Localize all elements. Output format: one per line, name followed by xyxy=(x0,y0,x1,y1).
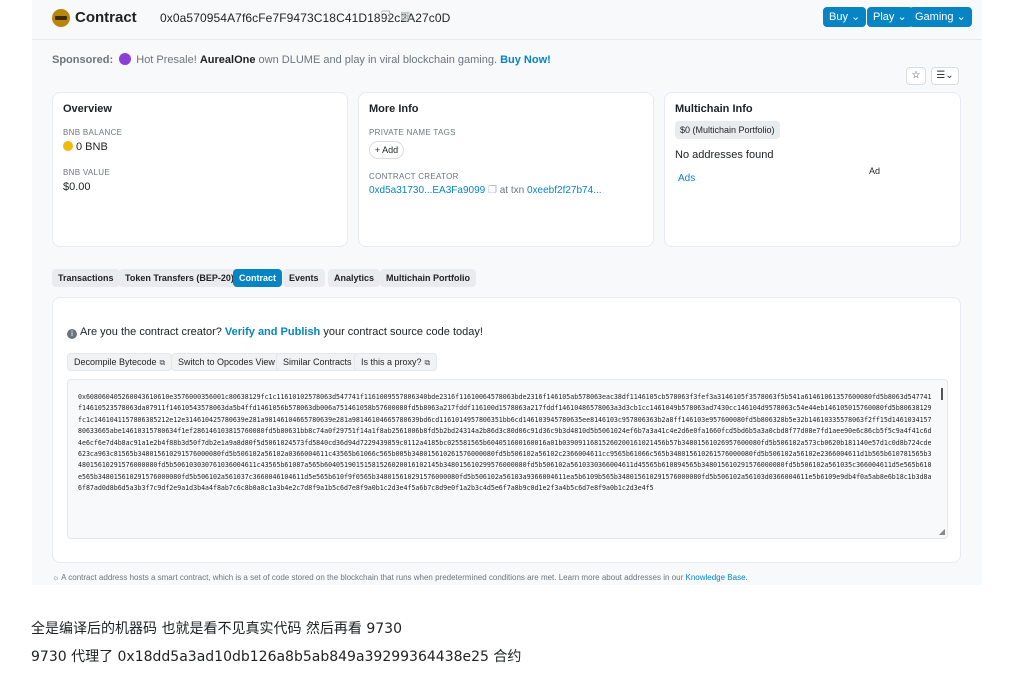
contract-panel: i Are you the contract creator? Verify an… xyxy=(52,297,961,563)
copy-icon[interactable]: ❐ xyxy=(381,10,393,22)
note-line-2: 9730 代理了 0x18dd5a3ad10db126a8b5ab849a392… xyxy=(31,649,522,665)
decompile-bytecode-button[interactable]: Decompile Bytecode ⧉ xyxy=(67,353,173,371)
proxy-check-label: Is this a proxy? xyxy=(361,357,422,367)
gaming-dropdown-button[interactable]: Gaming ⌄ xyxy=(909,7,972,27)
contract-creator-label: CONTRACT CREATOR xyxy=(369,172,459,181)
ad-label: Ad xyxy=(868,166,880,176)
verify-and-publish-link[interactable]: Verify and Publish xyxy=(225,326,320,338)
buy-dropdown-button[interactable]: Buy ⌄ xyxy=(823,7,867,27)
contract-header: Contract 0x0a570954A7f6cFe7F9473C18C41D1… xyxy=(32,0,982,40)
similar-contracts-button[interactable]: Similar Contracts xyxy=(276,353,359,371)
bnb-value-amount: $0.00 xyxy=(63,181,91,193)
bnb-balance-value: 0 BNB xyxy=(63,141,108,153)
note-line-1: 全是编译后的机器码 也就是看不见真实代码 然后再看 9730 xyxy=(31,621,402,637)
play-dropdown-button[interactable]: Play ⌄ xyxy=(867,7,913,27)
tab-token-transfers[interactable]: Token Transfers (BEP-20) xyxy=(119,269,240,287)
buy-now-link[interactable]: Buy Now! xyxy=(500,54,551,66)
page-title: Contract xyxy=(75,9,137,26)
more-info-title: More Info xyxy=(369,103,419,115)
more-info-card: More Info PRIVATE NAME TAGS + Add CONTRA… xyxy=(358,92,654,247)
bnb-balance-label: BNB BALANCE xyxy=(63,128,123,137)
sponsored-text-post: own DLUME and play in viral blockchain g… xyxy=(258,54,497,66)
tab-analytics[interactable]: Analytics xyxy=(328,269,381,287)
aurealone-logo-icon xyxy=(119,53,132,65)
etherscan-page: Contract 0x0a570954A7f6cFe7F9473C18C41D1… xyxy=(32,0,982,585)
bytecode-textarea[interactable]: 0x608060405260043610610e3576000356001c80… xyxy=(67,379,948,539)
knowledge-base-link[interactable]: Knowledge Base. xyxy=(685,573,747,582)
multichain-info-card: Multichain Info $0 (Multichain Portfolio… xyxy=(664,92,961,247)
scrollbar-thumb[interactable] xyxy=(941,388,943,400)
info-icon: i xyxy=(67,329,77,339)
address-footnote: ☼ A contract address hosts a smart contr… xyxy=(52,573,748,582)
bytecode-text: 0x608060405260043610610e3576000356001c80… xyxy=(78,393,932,493)
switch-opcodes-button[interactable]: Switch to Opcodes View xyxy=(171,353,282,371)
sponsored-text-pre: Hot Presale! xyxy=(136,54,197,66)
sponsored-banner: Sponsored: Hot Presale! AurealOne own DL… xyxy=(52,53,551,66)
bnb-coin-icon xyxy=(63,141,73,151)
external-link-icon: ⧉ xyxy=(159,358,166,367)
notice-text-post: your contract source code today! xyxy=(323,326,483,338)
private-name-tags-label: PRIVATE NAME TAGS xyxy=(369,128,456,137)
tab-events[interactable]: Events xyxy=(283,269,325,287)
footnote-text: A contract address hosts a smart contrac… xyxy=(61,573,684,582)
list-menu-icon: ☰⌄ xyxy=(936,70,954,81)
tab-contract[interactable]: Contract xyxy=(233,269,283,287)
sponsored-label: Sponsored: xyxy=(52,54,114,66)
creator-address-link[interactable]: 0xd5a31730...EA3Fa9099 xyxy=(369,185,485,196)
proxy-check-button[interactable]: Is this a proxy? ⧉ xyxy=(354,353,438,371)
creation-txn-link[interactable]: 0xeebf2f27b74... xyxy=(527,185,602,196)
overview-card: Overview BNB BALANCE 0 BNB BNB VALUE $0.… xyxy=(52,92,348,247)
star-icon: ☆ xyxy=(911,70,921,81)
resize-grip-icon[interactable]: ◢ xyxy=(939,527,945,536)
verify-notice: i Are you the contract creator? Verify an… xyxy=(67,326,483,339)
notice-text-pre: Are you the contract creator? xyxy=(80,326,222,338)
contract-creator-row: 0xd5a31730...EA3Fa9099 ❐ at txn 0xeebf2f… xyxy=(369,185,602,196)
sponsored-brand: AurealOne xyxy=(199,54,256,66)
overview-title: Overview xyxy=(63,103,112,115)
decompile-bytecode-label: Decompile Bytecode xyxy=(74,357,157,367)
tab-multichain-portfolio[interactable]: Multichain Portfolio xyxy=(380,269,476,287)
favorite-star-button[interactable]: ☆ xyxy=(906,67,926,85)
add-name-tag-button[interactable]: + Add xyxy=(369,141,404,159)
ads-link[interactable]: Ads xyxy=(678,173,695,184)
qr-code-icon[interactable]: ▦ xyxy=(400,10,412,22)
tab-transactions[interactable]: Transactions xyxy=(52,269,120,287)
more-options-button[interactable]: ☰⌄ xyxy=(931,67,959,85)
bnb-balance-amount: 0 BNB xyxy=(76,141,108,153)
multichain-title: Multichain Info xyxy=(675,103,753,115)
copy-creator-icon[interactable]: ❐ xyxy=(488,185,497,196)
at-txn-text: at txn xyxy=(499,185,525,196)
bnb-value-label: BNB VALUE xyxy=(63,168,111,177)
no-addresses-text: No addresses found xyxy=(675,149,774,161)
lightbulb-icon: ☼ xyxy=(52,573,60,582)
multichain-portfolio-badge[interactable]: $0 (Multichain Portfolio) xyxy=(675,121,780,139)
contract-logo-icon xyxy=(52,9,70,27)
external-link-icon: ⧉ xyxy=(424,358,431,367)
